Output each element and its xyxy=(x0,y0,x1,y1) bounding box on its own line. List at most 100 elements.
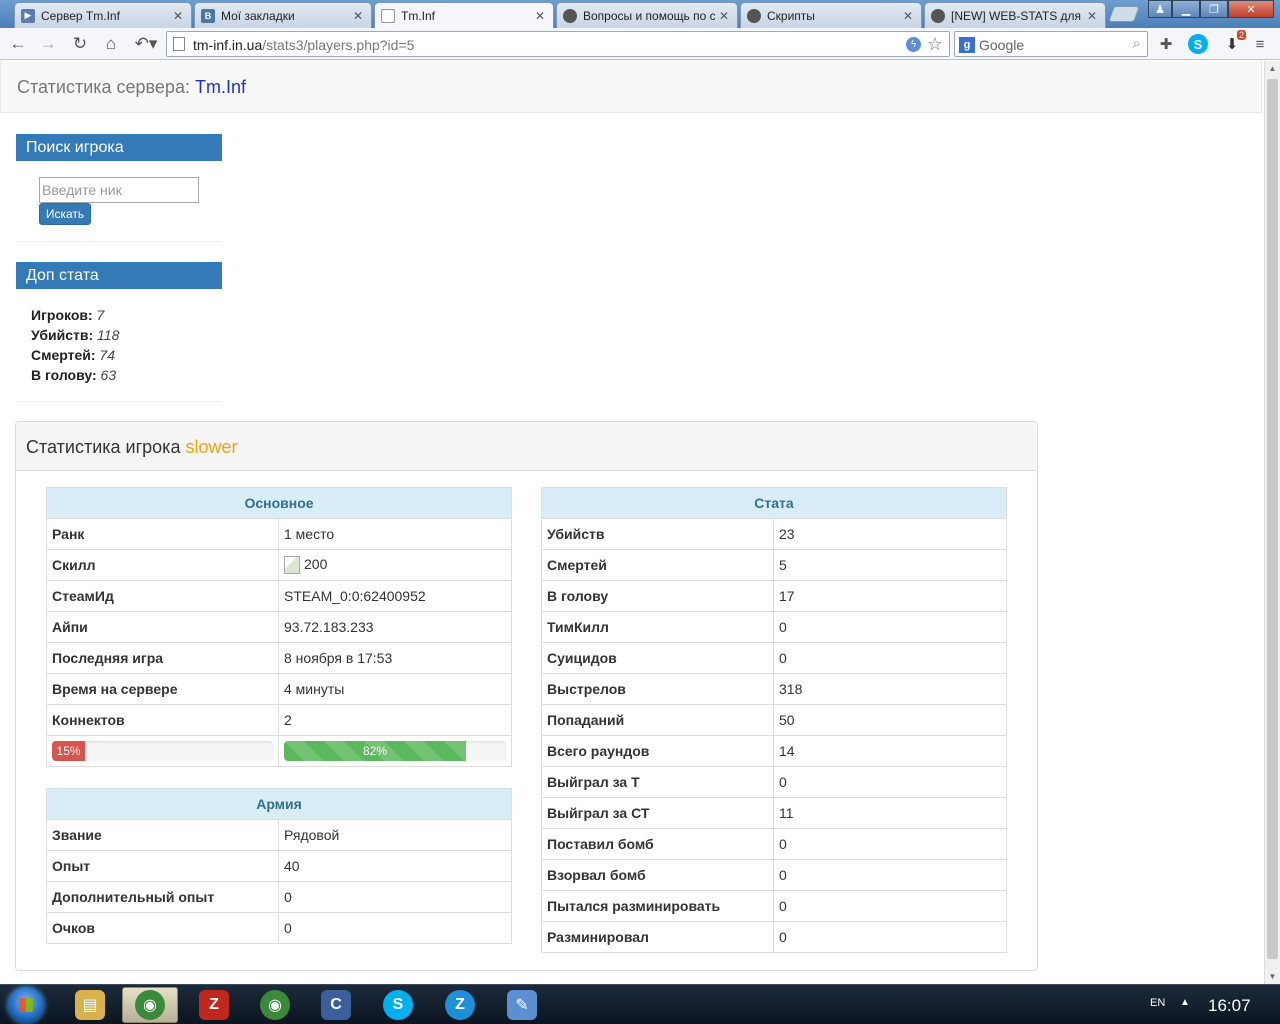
row-key: Звание xyxy=(46,819,279,851)
progress-bar-right: 82% xyxy=(284,741,506,761)
taskbar-app-chrome[interactable]: ◉ xyxy=(247,987,303,1023)
close-tab-icon[interactable]: ✕ xyxy=(535,9,545,23)
bookmark-star-icon[interactable]: ☆ xyxy=(927,34,943,55)
reload-icon[interactable]: ↻ xyxy=(68,32,92,56)
progress-fill-red: 15% xyxy=(52,741,86,761)
progress-cell: 82% xyxy=(278,735,512,767)
tab-title: Вопросы и помощь по скр xyxy=(583,8,715,23)
progress-fill-green: 82% xyxy=(284,741,467,761)
table-row: Ранк 1 место xyxy=(46,518,512,550)
close-tab-icon[interactable]: ✕ xyxy=(903,9,913,23)
search-button[interactable]: Искать xyxy=(39,203,91,225)
tray-expand-icon[interactable]: ▲ xyxy=(1180,997,1190,1008)
stat-label: В голову: xyxy=(31,367,97,383)
row-value: 0 xyxy=(773,921,1007,953)
minimize-button[interactable]: ▁ xyxy=(1172,0,1200,18)
taskbar-app-paint[interactable]: ✎ xyxy=(494,987,550,1023)
taskbar-app-ccleaner[interactable]: C xyxy=(308,987,364,1023)
row-value: 8 ноября в 17:53 xyxy=(278,642,512,674)
browser-tab[interactable]: Вопросы и помощь по скр ✕ xyxy=(556,2,738,28)
stat-label: Смертей: xyxy=(31,347,96,363)
table-row: Поставил бомб 0 xyxy=(541,828,1007,860)
tab-title: [NEW] WEB-STATS для csb xyxy=(951,8,1083,23)
close-tab-icon[interactable]: ✕ xyxy=(719,9,729,23)
browser-tab[interactable]: ▶ Сервер Tm.Inf ✕ xyxy=(14,2,192,28)
extension-bolt-icon[interactable]: ϟ xyxy=(906,37,921,52)
url-text[interactable]: tm-inf.in.ua/stats3/players.php?id=5 xyxy=(193,37,414,53)
google-icon: g xyxy=(959,37,975,53)
search-icon[interactable]: ⌕ xyxy=(1133,35,1141,52)
close-tab-icon[interactable]: ✕ xyxy=(173,9,183,23)
vertical-scrollbar[interactable]: ▲ ▼ xyxy=(1264,61,1280,984)
home-icon[interactable]: ⌂ xyxy=(99,32,123,56)
skype-icon[interactable]: S xyxy=(1188,34,1208,54)
scrollbar-thumb[interactable] xyxy=(1267,79,1278,959)
row-value: 11 xyxy=(773,797,1007,829)
scroll-up-icon[interactable]: ▲ xyxy=(1265,61,1280,76)
brand-link[interactable]: Tm.Inf xyxy=(195,77,246,97)
progress-bar-left: 15% xyxy=(52,741,273,761)
taskbar-app-zona[interactable]: Z xyxy=(432,987,488,1023)
row-value: 17 xyxy=(773,580,1007,612)
browser-tab[interactable]: B Мої закладки ✕ xyxy=(194,2,372,28)
language-indicator[interactable]: EN xyxy=(1150,997,1165,1009)
row-value: 200 xyxy=(278,549,512,581)
clock[interactable]: 16:07 xyxy=(1208,996,1251,1016)
close-tab-icon[interactable]: ✕ xyxy=(353,9,363,23)
taskbar-app-filezilla[interactable]: Z xyxy=(186,987,242,1023)
new-tab-button[interactable] xyxy=(1108,6,1140,22)
row-key: ТимКилл xyxy=(541,611,774,643)
row-key: Смертей xyxy=(541,549,774,581)
row-key: Всего раундов xyxy=(541,735,774,767)
close-tab-icon[interactable]: ✕ xyxy=(1087,9,1097,23)
tab-title: Мої закладки xyxy=(221,8,295,23)
row-value: 40 xyxy=(277,850,513,882)
tab-title: Сервер Tm.Inf xyxy=(41,8,120,23)
close-window-button[interactable]: ✕ xyxy=(1228,0,1274,18)
taskbar-app-chrome-active[interactable]: ◉ xyxy=(122,987,178,1023)
filezilla-icon: Z xyxy=(199,990,229,1020)
search-panel-title: Поиск игрока xyxy=(16,134,222,161)
extra-stat-players: Игроков: 7 xyxy=(31,305,104,325)
row-key: Айпи xyxy=(46,611,279,643)
browser-tab[interactable]: Скрипты ✕ xyxy=(740,2,922,28)
window-controls: ♟ ▁ ❐ ✕ xyxy=(1148,0,1274,18)
row-key: В голову xyxy=(541,580,774,612)
address-bar[interactable]: tm-inf.in.ua/stats3/players.php?id=5 ϟ ☆ xyxy=(166,31,950,57)
downloads-icon[interactable]: ⬇ 2 xyxy=(1222,30,1246,54)
ccleaner-icon: C xyxy=(321,990,351,1020)
nick-search-input[interactable] xyxy=(39,177,199,203)
search-box[interactable]: g Google ⌕ xyxy=(954,31,1148,57)
play-icon: ▶ xyxy=(21,8,35,23)
progress-row: 15% 82% xyxy=(46,735,512,767)
forum-avatar-icon xyxy=(931,8,945,23)
stat-value: 118 xyxy=(97,327,120,343)
taskbar-app-skype[interactable]: S xyxy=(370,987,426,1023)
undo-close-icon[interactable]: ↶▾ xyxy=(130,32,162,56)
profile-icon[interactable]: ♟ xyxy=(1148,0,1172,18)
browser-tab[interactable]: [NEW] WEB-STATS для csb ✕ xyxy=(924,2,1106,28)
menu-icon[interactable]: ≡ xyxy=(1250,34,1270,54)
chrome-icon: ◉ xyxy=(135,990,165,1020)
taskbar-app-explorer[interactable]: ▤ xyxy=(62,987,118,1023)
scroll-down-icon[interactable]: ▼ xyxy=(1265,969,1280,984)
forward-icon[interactable]: → xyxy=(36,32,60,56)
browser-tab-active[interactable]: Tm.Inf ✕ xyxy=(374,2,554,28)
row-value: 50 xyxy=(773,704,1007,736)
row-key: Взорвал бомб xyxy=(541,859,774,891)
stat-value: 74 xyxy=(99,347,115,363)
row-key: Коннектов xyxy=(46,704,279,736)
row-value: 0 xyxy=(773,611,1007,643)
back-icon[interactable]: ← xyxy=(6,32,30,56)
puzzle-extension-icon[interactable]: ✚ xyxy=(1156,34,1176,54)
row-key: СтеамИд xyxy=(46,580,279,612)
table-row: В голову 17 xyxy=(541,580,1007,612)
start-button[interactable] xyxy=(8,987,44,1023)
stat-label: Игроков: xyxy=(31,307,93,323)
skype-icon: S xyxy=(383,990,413,1020)
player-title: Статистика игрока xyxy=(26,437,181,457)
restore-button[interactable]: ❐ xyxy=(1200,0,1228,18)
windows-taskbar: ▤ ◉ Z ◉ C S Z ✎ EN ▲ 16:07 xyxy=(0,984,1280,1024)
forum-avatar-icon xyxy=(563,8,577,23)
divider xyxy=(16,401,222,402)
